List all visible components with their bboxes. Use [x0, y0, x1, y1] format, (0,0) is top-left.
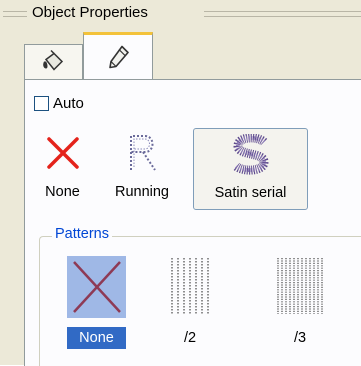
stitch-running-button[interactable]: Running — [99, 128, 185, 208]
tab-fill[interactable] — [24, 44, 83, 80]
pattern-2-button[interactable]: /2 — [160, 256, 220, 351]
red-x-icon — [46, 136, 80, 173]
stitch-none-button[interactable]: None — [30, 128, 95, 208]
stitch-satin-serial-label: Satin serial — [214, 185, 287, 201]
title-divider — [204, 16, 361, 17]
pattern-none-button[interactable] — [67, 256, 126, 318]
pattern-2-icon — [168, 256, 212, 319]
none-pattern-icon — [71, 259, 123, 318]
pattern-3-icon — [274, 256, 328, 319]
title-divider — [3, 11, 27, 12]
auto-checkbox-row[interactable]: Auto — [34, 94, 84, 112]
stitch-none-label: None — [45, 184, 80, 200]
object-properties-panel: Object Properties Auto None Running Sati… — [0, 0, 361, 366]
panel-header: Object Properties — [0, 0, 361, 30]
pattern-3-button[interactable]: /3 — [270, 256, 330, 351]
auto-checkbox-label: Auto — [53, 94, 84, 112]
panel-title: Object Properties — [30, 4, 150, 21]
stitch-satin-serial-button[interactable]: Satin serial — [193, 128, 308, 210]
paint-bucket-icon — [40, 49, 68, 76]
pen-nib-icon — [106, 45, 130, 74]
pattern-3-label: /3 — [293, 330, 307, 346]
title-divider — [3, 16, 27, 17]
pattern-2-label: /2 — [183, 330, 197, 346]
pattern-none-label[interactable]: None — [67, 327, 126, 349]
patterns-group-title: Patterns — [52, 226, 112, 242]
running-stitch-r-icon — [125, 132, 159, 177]
auto-checkbox[interactable] — [34, 95, 49, 111]
tab-outline[interactable] — [83, 32, 153, 83]
title-divider — [204, 11, 361, 12]
stitch-running-label: Running — [114, 184, 169, 200]
satin-s-icon — [228, 133, 274, 179]
